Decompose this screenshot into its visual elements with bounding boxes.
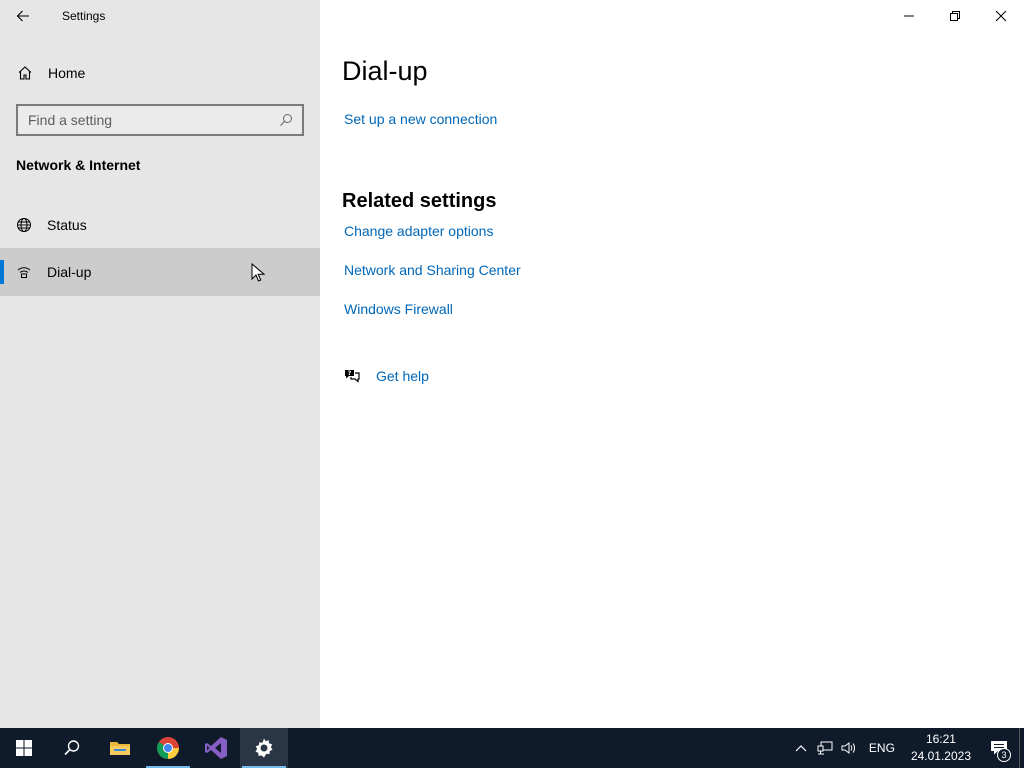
chrome-button[interactable]	[144, 728, 192, 768]
mouse-cursor-icon	[251, 263, 265, 282]
chevron-up-icon	[795, 745, 807, 752]
settings-icon	[255, 738, 273, 758]
visual-studio-icon	[205, 737, 227, 759]
network-sharing-center-link[interactable]: Network and Sharing Center	[344, 262, 521, 278]
start-icon	[16, 740, 32, 756]
visual-studio-button[interactable]	[192, 728, 240, 768]
taskbar-search-button[interactable]	[48, 728, 96, 768]
sidebar: Settings Home Network & Internet Status …	[0, 0, 320, 728]
start-button[interactable]	[0, 728, 48, 768]
dialup-icon	[16, 264, 32, 280]
file-explorer-icon	[110, 742, 130, 755]
clock-date: 24.01.2023	[910, 749, 971, 763]
speaker-icon	[841, 742, 855, 754]
system-tray: ENG 16:21 24.01.2023 3	[789, 728, 1024, 768]
settings-taskbar-button[interactable]	[240, 728, 288, 768]
search-box	[16, 104, 304, 136]
section-title: Network & Internet	[16, 157, 141, 173]
home-nav-item[interactable]: Home	[0, 55, 320, 91]
globe-icon	[16, 217, 32, 233]
restore-icon	[950, 11, 960, 21]
change-adapter-options-link[interactable]: Change adapter options	[344, 223, 493, 239]
windows-firewall-link[interactable]: Windows Firewall	[344, 301, 453, 317]
file-explorer-button[interactable]	[96, 728, 144, 768]
related-settings-heading: Related settings	[342, 190, 497, 212]
search-input[interactable]	[18, 112, 270, 128]
taskbar: ENG 16:21 24.01.2023 3	[0, 728, 1024, 768]
get-help-link[interactable]: ? Get help	[343, 366, 429, 386]
svg-text:?: ?	[348, 370, 352, 377]
language-indicator[interactable]: ENG	[861, 728, 903, 768]
volume-tray-button[interactable]	[837, 728, 861, 768]
search-icon	[64, 740, 80, 756]
back-arrow-icon	[16, 10, 29, 22]
home-icon	[17, 65, 33, 81]
close-button[interactable]	[978, 0, 1024, 32]
sidebar-item-label: Dial-up	[47, 264, 92, 280]
search-icon[interactable]	[270, 106, 302, 134]
show-desktop-button[interactable]	[1019, 728, 1024, 768]
minimize-icon	[904, 15, 914, 17]
app-title: Settings	[62, 9, 106, 23]
chrome-icon	[157, 737, 179, 759]
selection-indicator	[0, 260, 4, 284]
clock-time: 16:21	[925, 732, 956, 746]
clock[interactable]: 16:21 24.01.2023	[903, 731, 979, 765]
notification-badge: 3	[997, 748, 1011, 762]
sidebar-item-status[interactable]: Status	[0, 201, 320, 249]
help-chat-icon: ?	[343, 367, 361, 385]
action-center-button[interactable]: 3	[979, 728, 1019, 768]
show-hidden-icons-button[interactable]	[789, 728, 813, 768]
network-tray-button[interactable]	[813, 728, 837, 768]
title-bar: Settings	[0, 0, 320, 32]
window-controls	[886, 0, 1024, 32]
close-icon	[995, 10, 1007, 22]
back-button[interactable]	[0, 0, 46, 32]
sidebar-item-dialup[interactable]: Dial-up	[0, 248, 320, 296]
page-title: Dial-up	[342, 56, 428, 86]
restore-button[interactable]	[932, 0, 978, 32]
setup-connection-link[interactable]: Set up a new connection	[344, 111, 497, 127]
minimize-button[interactable]	[886, 0, 932, 32]
network-wired-icon	[817, 741, 833, 755]
home-label: Home	[48, 65, 86, 81]
get-help-label: Get help	[376, 368, 429, 384]
sidebar-item-label: Status	[47, 217, 87, 233]
